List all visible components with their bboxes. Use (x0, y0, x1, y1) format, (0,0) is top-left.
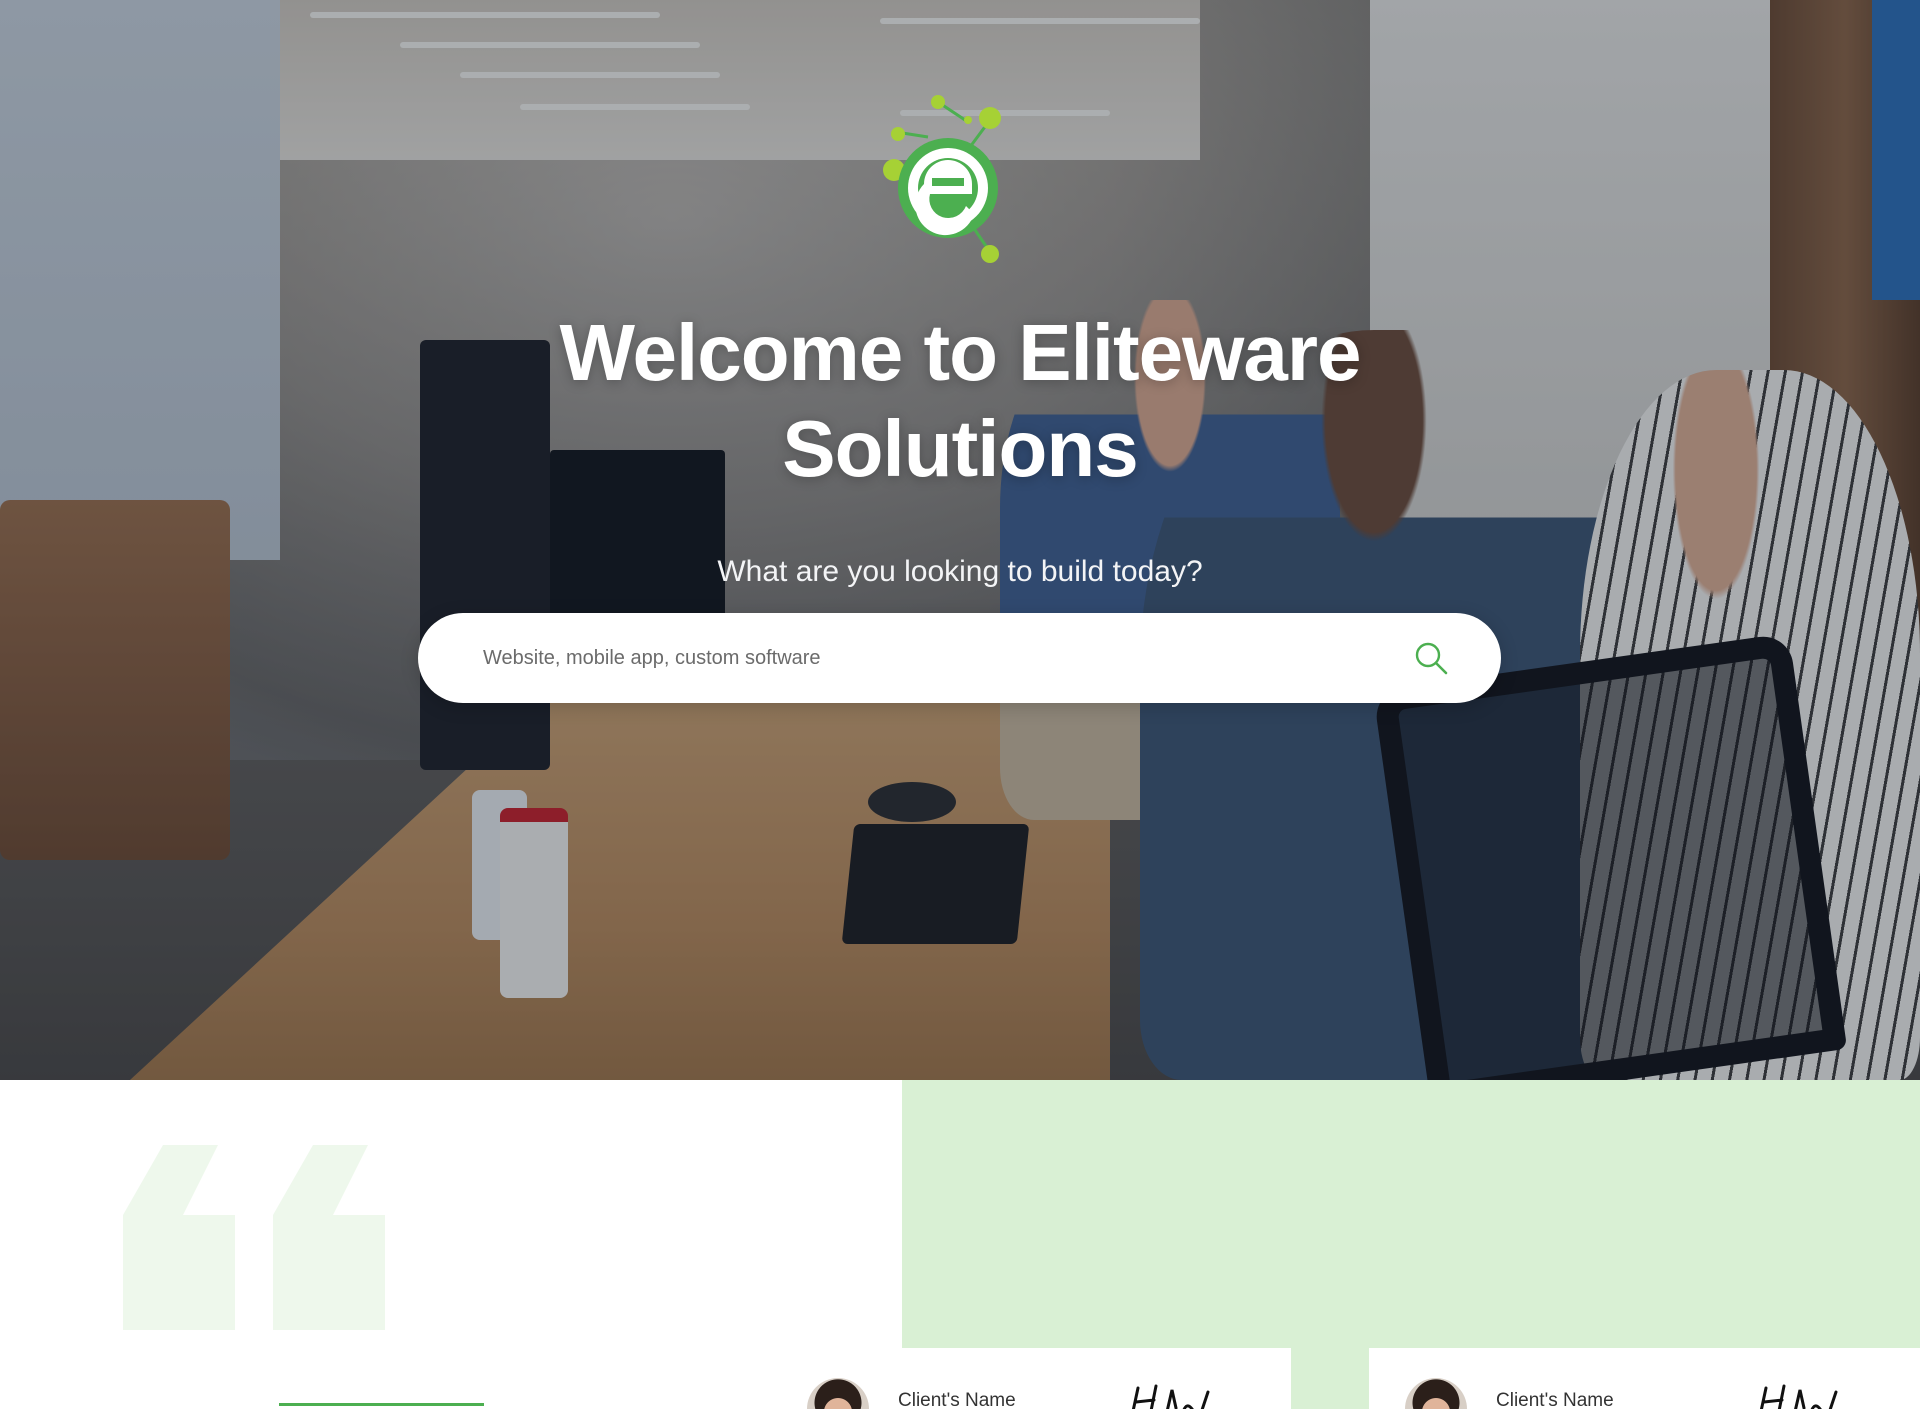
testimonials-background (902, 1080, 1920, 1348)
testimonial-card: Client's Name (1370, 1348, 1920, 1409)
section-underline (279, 1403, 484, 1406)
testimonials-background-strip (1291, 1348, 1369, 1409)
hero-section: Welcome to Eliteware Solutions What are … (0, 0, 1920, 1080)
search-icon (1415, 642, 1448, 675)
search-button[interactable] (1408, 635, 1454, 681)
search-input[interactable] (483, 633, 1363, 683)
eliteware-logo[interactable] (878, 92, 1028, 272)
search-bar (418, 613, 1501, 703)
testimonial-card: Client's Name (772, 1348, 1290, 1409)
hero-title: Welcome to Eliteware Solutions (559, 308, 1361, 493)
avatar (1405, 1378, 1467, 1409)
signature-image (1131, 1384, 1210, 1409)
client-name: Client's Name (1496, 1390, 1614, 1409)
avatar (807, 1378, 869, 1409)
client-name: Client's Name (898, 1390, 1016, 1409)
quote-icon (123, 1145, 385, 1330)
signature-image (1759, 1384, 1838, 1409)
hero-subtitle: What are you looking to build today? (717, 555, 1203, 588)
